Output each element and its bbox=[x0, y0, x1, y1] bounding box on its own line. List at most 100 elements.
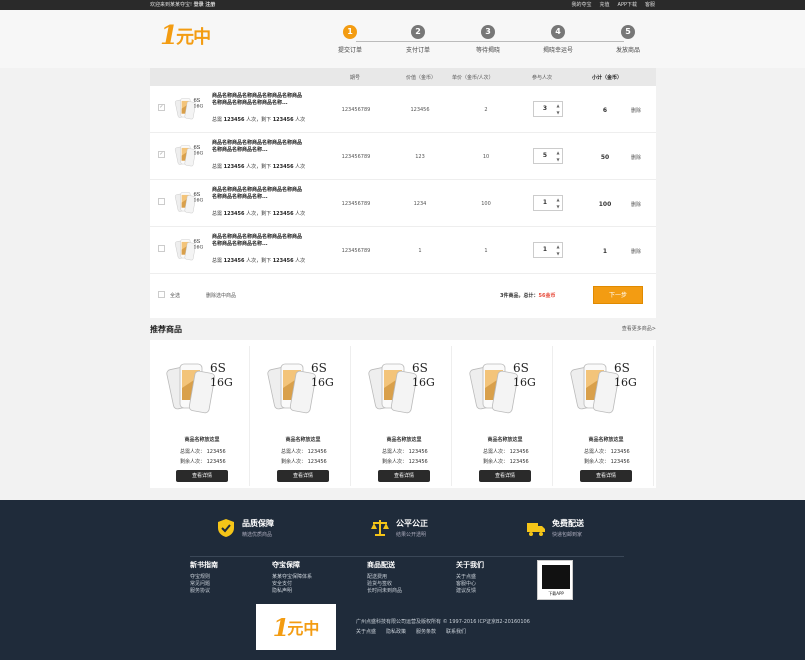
unit-label: 人次 bbox=[295, 211, 306, 217]
decrement-icon[interactable]: ▼ bbox=[555, 156, 561, 163]
increment-icon[interactable]: ▲ bbox=[555, 149, 561, 156]
product-thumb[interactable]: 6S 16G bbox=[174, 92, 208, 126]
footer-logo[interactable]: 1 元中 bbox=[256, 604, 336, 650]
product-stats: 总需 123456 人次，剩下 123456 人次 bbox=[212, 257, 305, 264]
quantity-stepper[interactable]: 1 ▲ ▼ bbox=[533, 242, 563, 258]
delete-link[interactable]: 删除 bbox=[631, 248, 641, 255]
recommend-name[interactable]: 商品名称放这里 bbox=[356, 436, 452, 443]
decrement-icon[interactable]: ▼ bbox=[555, 109, 561, 116]
quantity-stepper[interactable]: 5 ▲ ▼ bbox=[533, 148, 563, 164]
app-qr-code[interactable]: 下载APP bbox=[537, 560, 573, 600]
unit-price: 2 bbox=[484, 107, 488, 113]
register-link[interactable]: 注册 bbox=[205, 2, 215, 8]
recommend-image[interactable]: 6S 16G bbox=[467, 354, 547, 424]
phone-size-label: 16G bbox=[210, 376, 233, 389]
view-details-button[interactable]: 查看详情 bbox=[479, 470, 531, 482]
cart-footer: 全选 删除选中商品 3件商品，总计：56金币 下一步 bbox=[150, 272, 656, 318]
delete-link[interactable]: 删除 bbox=[631, 154, 641, 161]
product-thumb[interactable]: 6S 16G bbox=[174, 233, 208, 267]
recommend-card[interactable]: 6S 16G 商品名称放这里 总需人次： 123456 剩余人次： 123456 查看详情 bbox=[356, 346, 452, 486]
recommend-image[interactable]: 6S 16G bbox=[164, 354, 244, 424]
remain-label: 剩余人次： bbox=[281, 459, 307, 465]
footer-column-link[interactable]: 安全支付 bbox=[272, 581, 312, 588]
recommend-name[interactable]: 商品名称放这里 bbox=[558, 436, 654, 443]
delete-link[interactable]: 删除 bbox=[631, 201, 641, 208]
phone-model-label: 6S bbox=[513, 361, 529, 375]
product-thumb[interactable]: 6S 16G bbox=[174, 186, 208, 220]
decrement-icon[interactable]: ▼ bbox=[555, 203, 561, 210]
recharge-link[interactable]: 充值 bbox=[600, 0, 610, 10]
row-checkbox[interactable]: ✓ bbox=[158, 151, 165, 158]
quantity-input[interactable]: 5 bbox=[534, 149, 556, 163]
increment-icon[interactable]: ▲ bbox=[555, 196, 561, 203]
next-step-button[interactable]: 下一步 bbox=[593, 286, 643, 304]
recommend-card[interactable]: 6S 16G 商品名称放这里 总需人次： 123456 剩余人次： 123456 查看详情 bbox=[255, 346, 351, 486]
footer-column-link[interactable]: 常见问题 bbox=[190, 581, 218, 588]
product-value: 123456 bbox=[410, 107, 430, 113]
product-title[interactable]: 商品名称商品名称商品名称商品名称商品名称商品名称商品名称... bbox=[212, 140, 306, 154]
quantity-input[interactable]: 3 bbox=[534, 102, 556, 116]
view-details-button[interactable]: 查看详情 bbox=[580, 470, 632, 482]
my-treasure-link[interactable]: 我的夺宝 bbox=[572, 0, 592, 10]
delete-selected-link[interactable]: 删除选中商品 bbox=[206, 292, 236, 299]
quantity-input[interactable]: 1 bbox=[534, 243, 556, 257]
product-title[interactable]: 商品名称商品名称商品名称商品名称商品名称商品名称商品名称... bbox=[212, 187, 306, 201]
recommend-card[interactable]: 6S 16G 商品名称放这里 总需人次： 123456 剩余人次： 123456 查看详情 bbox=[154, 346, 250, 486]
view-details-button[interactable]: 查看详情 bbox=[277, 470, 329, 482]
footer-link[interactable]: 服务条款 bbox=[416, 628, 436, 635]
login-link[interactable]: 登录 bbox=[194, 2, 204, 8]
footer-column-link[interactable]: 关于点盛 bbox=[456, 574, 484, 581]
footer-column-link[interactable]: 服务协议 bbox=[190, 588, 218, 595]
recommend-image[interactable]: 6S 16G bbox=[366, 354, 446, 424]
logo[interactable]: 1 元中 bbox=[160, 20, 234, 52]
footer-column-link[interactable]: 配送费用 bbox=[367, 574, 402, 581]
guarantee-title: 公平公正 bbox=[396, 519, 428, 528]
view-details-button[interactable]: 查看详情 bbox=[378, 470, 430, 482]
footer-column-link[interactable]: 夺宝规则 bbox=[190, 574, 218, 581]
cart-panel: 期号 价值（金币） 单价（金币/人次） 参与人次 小计（金币） ✓ 6S 16G 商品… bbox=[150, 68, 656, 318]
product-thumb[interactable]: 6S 16G bbox=[174, 139, 208, 173]
select-all-label[interactable]: 全选 bbox=[170, 292, 180, 299]
row-checkbox[interactable] bbox=[158, 245, 165, 252]
footer-link[interactable]: 隐私政策 bbox=[386, 628, 406, 635]
recommend-name[interactable]: 商品名称放这里 bbox=[457, 436, 553, 443]
recommend-name[interactable]: 商品名称放这里 bbox=[154, 436, 250, 443]
delete-link[interactable]: 删除 bbox=[631, 107, 641, 114]
footer-column-link[interactable]: 某某夺宝保障体系 bbox=[272, 574, 312, 581]
remain-label: 人次，剩下 bbox=[246, 258, 272, 264]
increment-icon[interactable]: ▲ bbox=[555, 243, 561, 250]
step-submit-order: 1 提交订单 bbox=[320, 20, 380, 54]
product-title[interactable]: 商品名称商品名称商品名称商品名称商品名称商品名称商品名称商品名称... bbox=[212, 93, 306, 107]
row-checkbox[interactable] bbox=[158, 198, 165, 205]
app-download-link[interactable]: APP下载 bbox=[618, 0, 637, 10]
recommend-card[interactable]: 6S 16G 商品名称放这里 总需人次： 123456 剩余人次： 123456 查看详情 bbox=[457, 346, 553, 486]
footer-link[interactable]: 联系我们 bbox=[446, 628, 466, 635]
decrement-icon[interactable]: ▼ bbox=[555, 250, 561, 257]
product-title[interactable]: 商品名称商品名称商品名称商品名称商品名称商品名称商品名称... bbox=[212, 234, 306, 248]
recommend-image[interactable]: 6S 16G bbox=[568, 354, 648, 424]
footer-column-link[interactable]: 长时间未到商品 bbox=[367, 588, 402, 595]
quantity-stepper[interactable]: 1 ▲ ▼ bbox=[533, 195, 563, 211]
more-products-link[interactable]: 查看更多商品> bbox=[622, 325, 656, 332]
shield-icon bbox=[218, 519, 234, 537]
footer-column-link[interactable]: 隐私声明 bbox=[272, 588, 312, 595]
customer-service-link[interactable]: 客服 bbox=[645, 0, 655, 10]
footer-link[interactable]: 关于点盛 bbox=[356, 628, 376, 635]
guarantee-quality: 品质保障 精选优质商品 bbox=[216, 518, 274, 538]
footer-column-link[interactable]: 验货与签收 bbox=[367, 581, 402, 588]
recommend-remain: 剩余人次： 123456 bbox=[483, 458, 529, 465]
increment-icon[interactable]: ▲ bbox=[555, 102, 561, 109]
quantity-stepper[interactable]: 3 ▲ ▼ bbox=[533, 101, 563, 117]
total-label: 总需人次： bbox=[483, 449, 509, 455]
recommend-name[interactable]: 商品名称放这里 bbox=[255, 436, 351, 443]
footer-column-link[interactable]: 客服中心 bbox=[456, 581, 484, 588]
footer-column-title: 新书指南 bbox=[190, 561, 218, 569]
product-stats: 总需 123456 人次，剩下 123456 人次 bbox=[212, 163, 305, 170]
recommend-card[interactable]: 6S 16G 商品名称放这里 总需人次： 123456 剩余人次： 123456 查看详情 bbox=[558, 346, 654, 486]
row-checkbox[interactable]: ✓ bbox=[158, 104, 165, 111]
quantity-input[interactable]: 1 bbox=[534, 196, 556, 210]
view-details-button[interactable]: 查看详情 bbox=[176, 470, 228, 482]
select-all-checkbox[interactable] bbox=[158, 291, 165, 298]
recommend-image[interactable]: 6S 16G bbox=[265, 354, 345, 424]
footer-column-link[interactable]: 建议反馈 bbox=[456, 588, 484, 595]
